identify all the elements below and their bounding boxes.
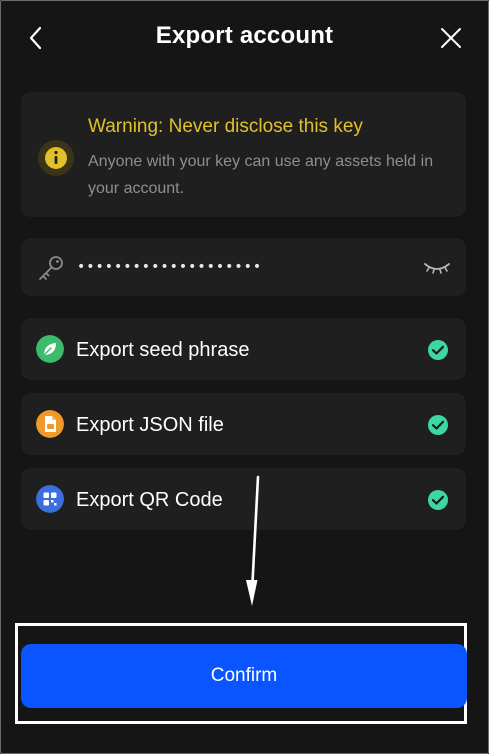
eye-closed-icon[interactable] — [422, 256, 452, 278]
option-label: Export seed phrase — [76, 339, 250, 361]
private-key-field — [21, 238, 466, 296]
check-circle-icon — [428, 490, 448, 510]
json-file-icon — [36, 410, 64, 438]
header: Export account — [0, 0, 489, 78]
close-icon[interactable] — [440, 27, 462, 49]
warning-text: Anyone with your key can use any assets … — [88, 153, 434, 197]
confirm-button[interactable]: Confirm — [21, 644, 467, 708]
key-icon — [39, 256, 63, 280]
private-key-input[interactable] — [77, 253, 377, 281]
page-title: Export account — [155, 22, 334, 49]
check-circle-icon — [428, 340, 448, 360]
option-label: Export JSON file — [76, 414, 224, 436]
option-export-json-file[interactable]: Export JSON file — [21, 393, 466, 455]
warning-card: Warning: Never disclose this key Anyone … — [21, 92, 466, 217]
check-circle-icon — [428, 415, 448, 435]
option-export-seed-phrase[interactable]: Export seed phrase — [21, 318, 466, 380]
option-label: Export QR Code — [76, 489, 223, 511]
qr-code-icon — [36, 485, 64, 513]
warning-title: Warning: Never disclose this key — [88, 116, 363, 137]
leaf-icon — [36, 335, 64, 363]
annotation-arrow-icon — [246, 475, 260, 606]
info-icon — [38, 140, 74, 176]
